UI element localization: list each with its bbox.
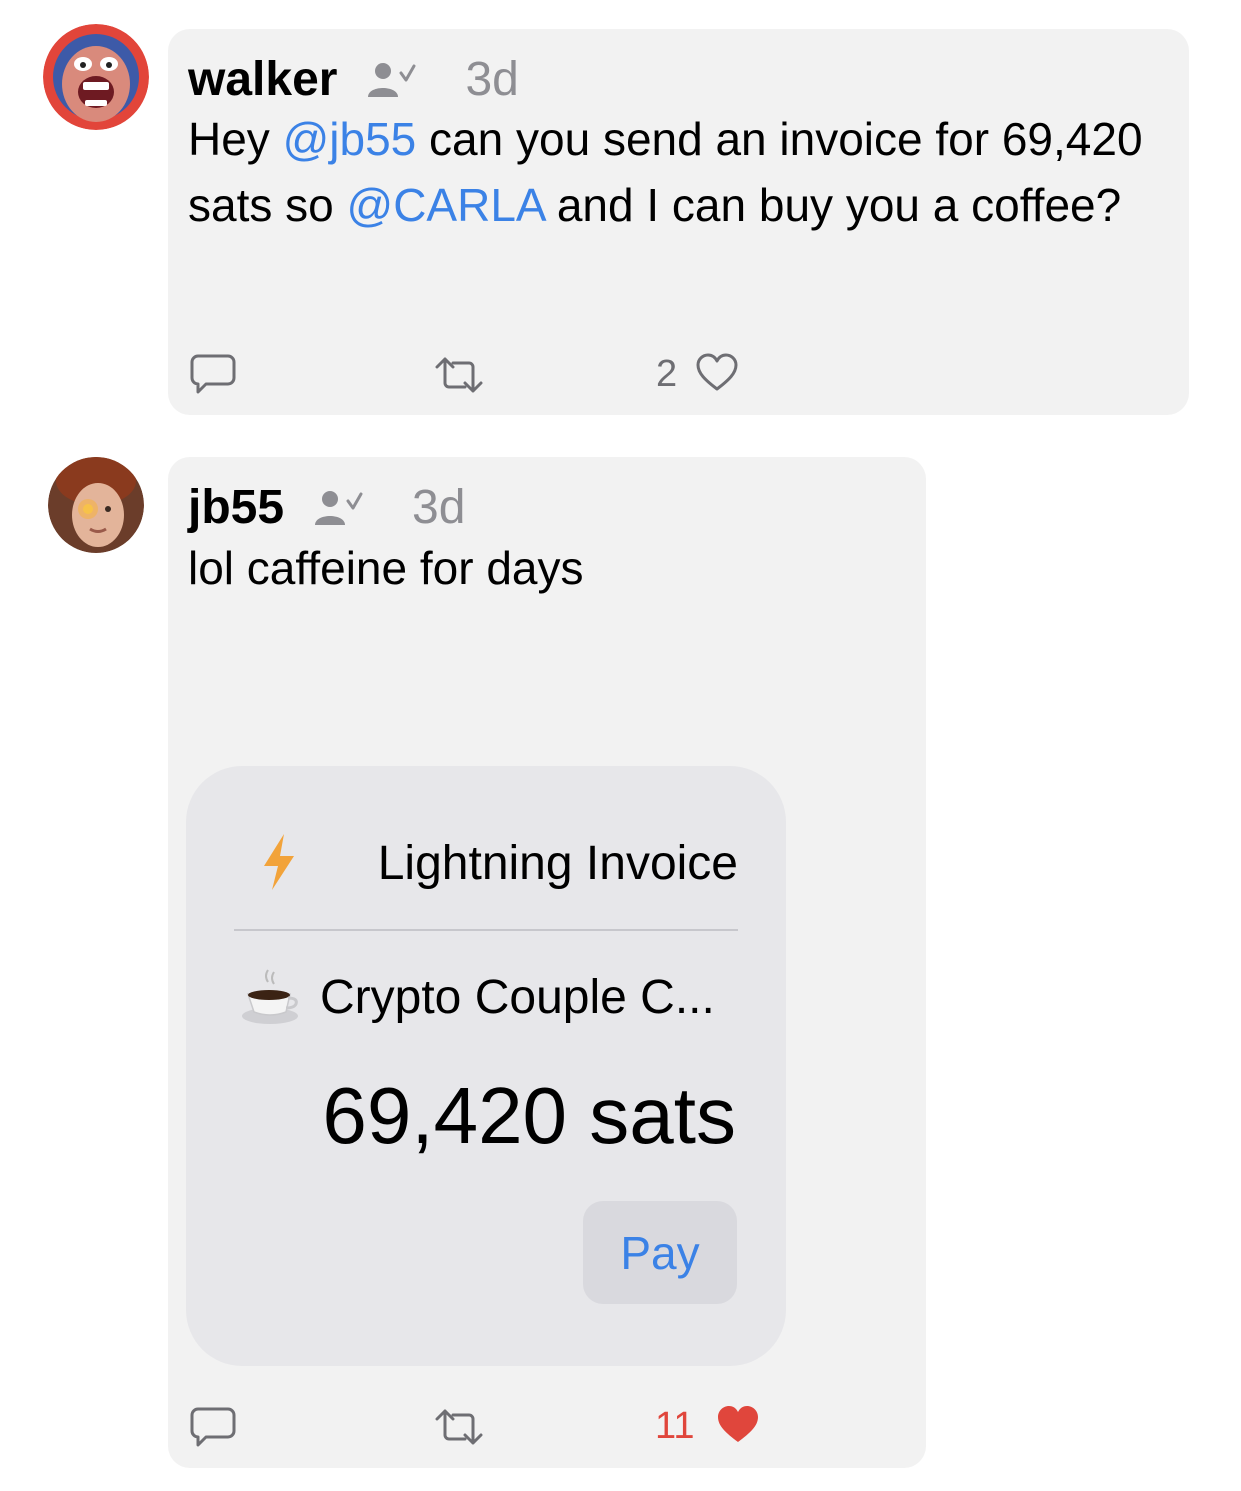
- reply-button[interactable]: [190, 1406, 236, 1453]
- repost-button[interactable]: [435, 1407, 483, 1452]
- invoice-amount: 69,420 sats: [322, 1071, 736, 1160]
- person-check-icon: [312, 487, 364, 527]
- avatar-jb55[interactable]: [48, 457, 144, 553]
- lightning-invoice-card: Lightning Invoice Crypto Couple C... 69,…: [186, 766, 786, 1366]
- post-time: 3d: [465, 52, 519, 106]
- post-time: 3d: [412, 480, 466, 534]
- invoice-description: Crypto Couple C...: [320, 971, 715, 1024]
- like-button[interactable]: 2: [656, 352, 739, 396]
- repost-icon: [435, 1407, 483, 1452]
- invoice-divider: [234, 929, 738, 931]
- coffee-cup-icon: [240, 966, 302, 1033]
- content-text: and I can buy you a coffee?: [544, 179, 1122, 231]
- post-content: lol caffeine for days: [188, 542, 584, 594]
- pay-button[interactable]: Pay: [583, 1201, 737, 1304]
- like-count: 2: [656, 352, 678, 395]
- mention-link[interactable]: @jb55: [283, 113, 417, 165]
- invoice-title: Lightning Invoice: [377, 837, 738, 890]
- repost-icon: [435, 355, 483, 400]
- lightning-bolt-icon: [258, 832, 298, 897]
- avatar-walker[interactable]: [43, 24, 149, 130]
- like-button[interactable]: 11: [655, 1404, 760, 1448]
- reply-icon: [190, 353, 236, 400]
- post-header: jb55 3d: [188, 476, 465, 538]
- heart-outline-icon: [695, 352, 739, 397]
- content-text: Hey: [188, 113, 283, 165]
- post-content: Hey @jb55 can you send an invoice for 69…: [188, 106, 1178, 238]
- post-header: walker 3d: [188, 48, 519, 110]
- reply-icon: [190, 1406, 236, 1453]
- like-count: 11: [655, 1404, 695, 1447]
- repost-button[interactable]: [435, 355, 483, 400]
- username[interactable]: walker: [188, 52, 337, 107]
- heart-filled-icon: [716, 1404, 760, 1449]
- person-check-icon: [365, 59, 417, 99]
- mention-link[interactable]: @CARLA: [347, 179, 545, 231]
- reply-button[interactable]: [190, 353, 236, 400]
- invoice-header: Lightning Invoice: [258, 832, 738, 896]
- username[interactable]: jb55: [188, 480, 284, 535]
